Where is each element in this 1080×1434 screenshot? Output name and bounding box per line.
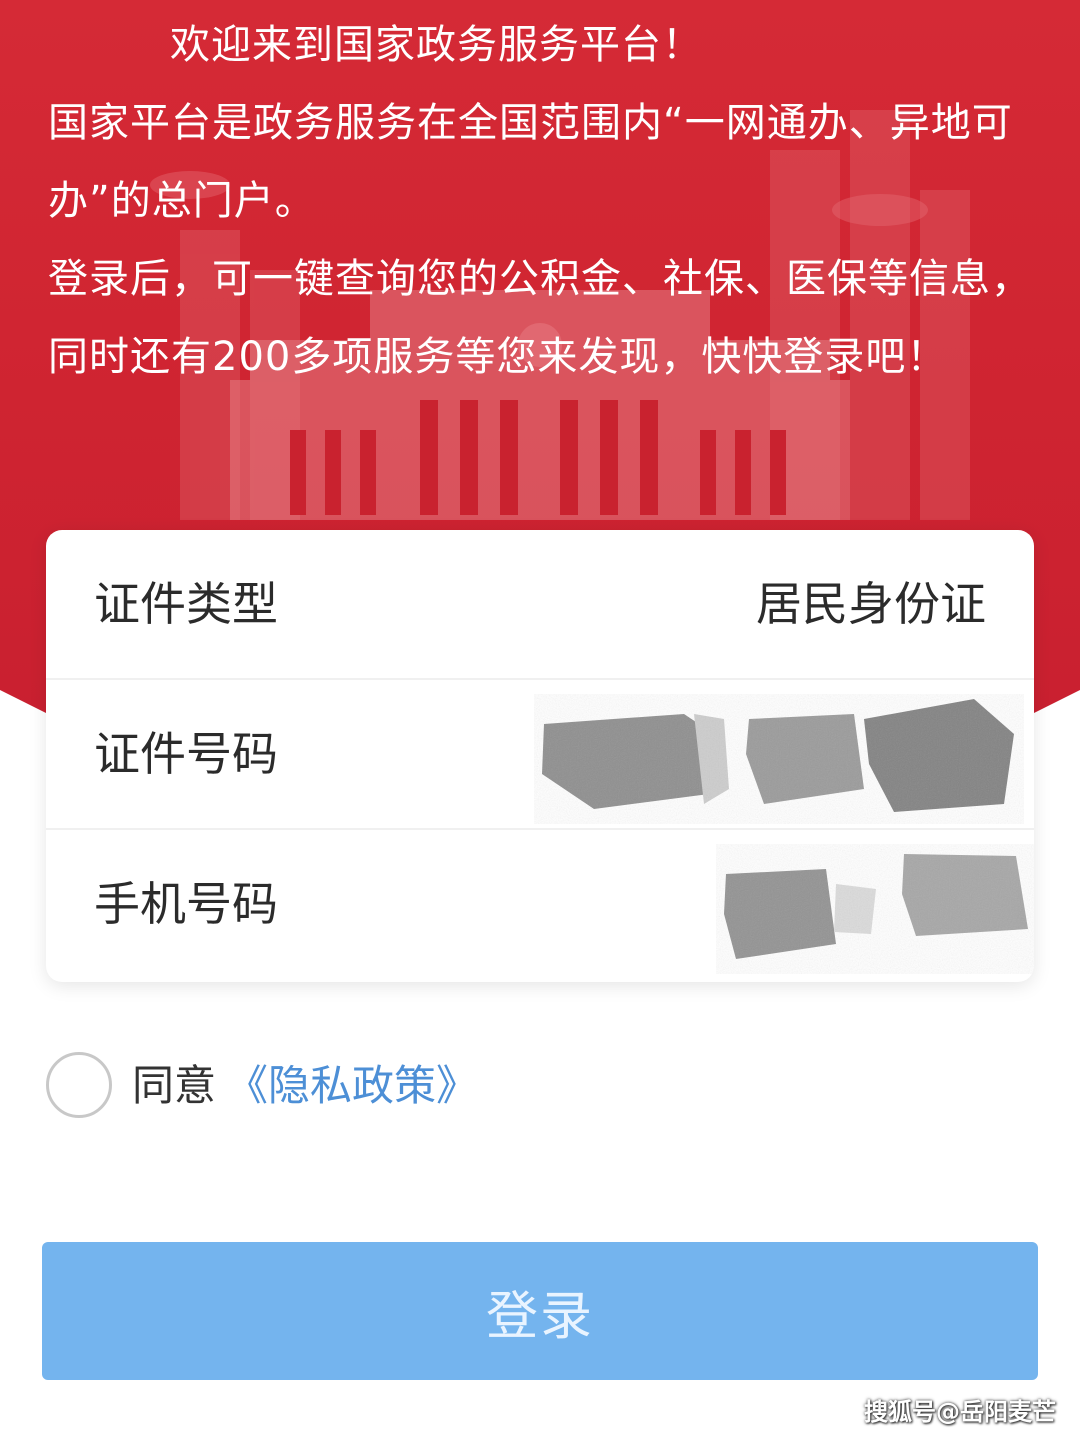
id-type-label: 证件类型 — [94, 577, 278, 631]
intro-paragraph-portal: 国家平台是政务服务在全国范围内“一网通办、异地可办”的总门户。 — [48, 100, 1013, 224]
agree-radio[interactable] — [46, 1052, 112, 1118]
phone-number-redaction — [716, 844, 1034, 974]
login-form-card: 证件类型 居民身份证 证件号码 手机号码 — [46, 530, 1034, 982]
phone-row[interactable]: 手机号码 — [46, 830, 1034, 980]
id-number-label: 证件号码 — [94, 727, 278, 781]
intro-paragraph-services: 登录后，可一键查询您的公积金、社保、医保等信息，同时还有200多项服务等您来发现… — [48, 256, 1032, 380]
phone-label: 手机号码 — [94, 877, 278, 931]
id-type-row[interactable]: 证件类型 居民身份证 — [46, 530, 1034, 680]
login-button[interactable]: 登录 — [42, 1242, 1038, 1380]
welcome-heading: 欢迎来到国家政务服务平台！ — [170, 22, 703, 68]
id-type-select[interactable]: 居民身份证 — [756, 576, 986, 632]
id-number-row[interactable]: 证件号码 — [46, 680, 1034, 830]
privacy-policy-link[interactable]: 《隐私政策》 — [226, 1060, 478, 1112]
intro-text: 欢迎来到国家政务服务平台！ 国家平台是政务服务在全国范围内“一网通办、异地可办”… — [48, 6, 1038, 396]
watermark: 搜狐号@岳阳麦芒 — [864, 1398, 1056, 1426]
id-number-redaction — [534, 694, 1024, 824]
agree-label: 同意 — [132, 1061, 217, 1110]
